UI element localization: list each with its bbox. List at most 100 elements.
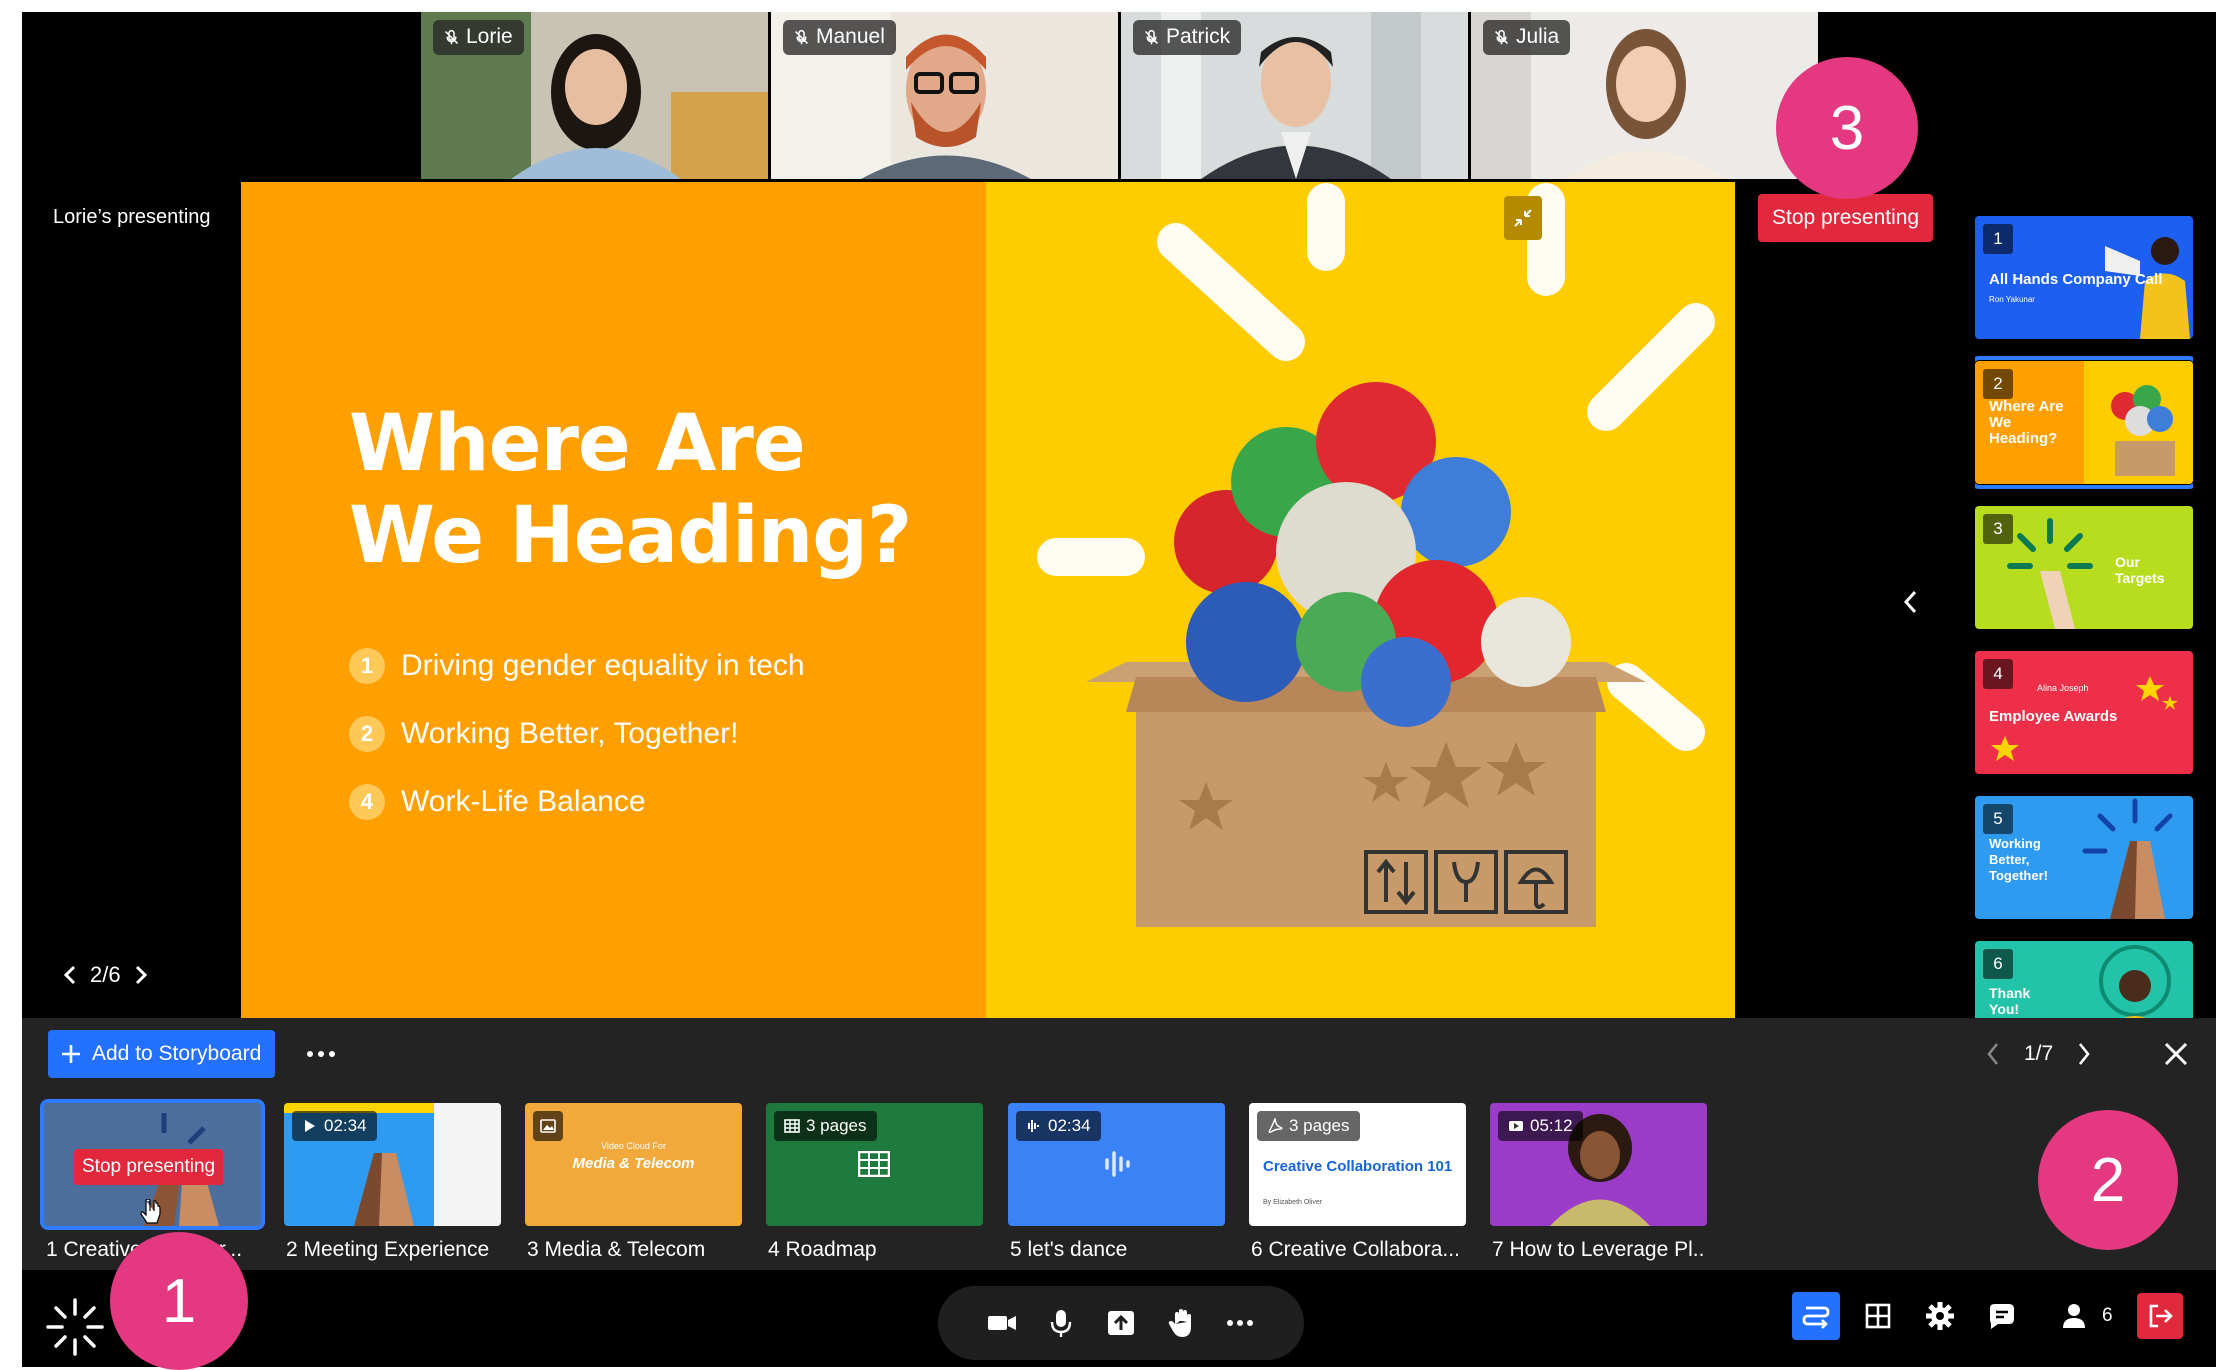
presented-slide: Where Are We Heading? 1 Driving gender eq… — [241, 182, 1735, 1018]
duration-badge: 05:12 — [1498, 1111, 1583, 1141]
storyboard-item-3[interactable]: Video Cloud For Media & Telecom — [525, 1103, 742, 1226]
participants-button[interactable] — [2050, 1292, 2098, 1340]
chevron-right-icon[interactable] — [2075, 1041, 2093, 1067]
slide-thumbnail-rail: 1 All Hands Company Call Ron Yakunar 2 Wh… — [1975, 206, 2193, 1018]
storyboard-item-1[interactable]: Stop presenting — [40, 1099, 265, 1230]
slide-left-panel: Where Are We Heading? 1 Driving gender eq… — [241, 182, 986, 1018]
person-waving-image — [2099, 945, 2171, 1018]
rail-slide-3[interactable]: 3 Our Targets — [1975, 506, 2193, 629]
rail-slide-5[interactable]: 5 Working Better, Together! — [1975, 796, 2193, 919]
chevron-left-icon[interactable] — [1984, 1041, 2002, 1067]
share-screen-icon — [1107, 1311, 1134, 1335]
pages-badge: 3 pages — [1257, 1111, 1360, 1141]
rail-slide-1[interactable]: 1 All Hands Company Call Ron Yakunar — [1975, 216, 2193, 339]
storyboard-item-5[interactable]: 02:34 — [1008, 1103, 1225, 1226]
close-icon[interactable] — [2162, 1040, 2190, 1068]
storyboard-item-6[interactable]: 3 pages Creative Collaboration 101 By El… — [1249, 1103, 1466, 1226]
image-icon — [540, 1119, 556, 1133]
chevron-right-icon[interactable] — [133, 964, 149, 986]
storyboard-item-2[interactable]: 02:34 — [284, 1103, 501, 1226]
storyboard-item-caption: 5 let's dance — [1010, 1238, 1128, 1261]
storyboard-item-7[interactable]: 05:12 — [1490, 1103, 1707, 1226]
collapse-icon — [1514, 209, 1532, 227]
participant-name: Manuel — [816, 25, 885, 48]
image-badge — [533, 1111, 563, 1141]
video-icon — [1509, 1121, 1523, 1131]
participant-tile-lorie[interactable]: Lorie — [421, 12, 768, 179]
chevron-left-icon — [1903, 590, 1917, 614]
participant-name-badge: Patrick — [1133, 20, 1242, 55]
participant-name-badge: Lorie — [433, 20, 524, 55]
duration-badge: 02:34 — [1016, 1111, 1101, 1141]
layout-grid-button[interactable] — [1854, 1292, 1902, 1340]
collapse-rail-button[interactable] — [1896, 582, 1926, 622]
call-controls — [938, 1286, 1304, 1360]
balloons-image — [2111, 385, 2175, 476]
storyboard-pager: 1/7 — [1984, 1030, 2093, 1078]
mic-muted-icon — [1145, 29, 1158, 44]
storyboard-panel: Add to Storyboard 1/7 Stop presenting 1 … — [22, 1018, 2216, 1270]
rail-slide-title: Employee Awards — [1989, 708, 2118, 725]
rail-slide-title: Where Are We Heading? — [1989, 398, 2064, 447]
add-to-storyboard-button[interactable]: Add to Storyboard — [48, 1030, 276, 1078]
stop-presenting-badge[interactable]: Stop presenting — [74, 1149, 224, 1185]
storyboard-item-4[interactable]: 3 pages — [766, 1103, 983, 1226]
chevron-left-icon[interactable] — [62, 964, 78, 986]
slide-bullet: 2 Working Better, Together! — [349, 700, 805, 768]
camera-icon — [987, 1316, 1016, 1330]
participant-name: Lorie — [466, 25, 513, 48]
storyboard-page-indicator: 1/7 — [2024, 1042, 2054, 1065]
rail-slide-title: Our Targets — [2115, 554, 2165, 586]
participant-tile-julia[interactable]: Julia — [1471, 12, 1818, 179]
rail-slide-title: Working Better, Together! — [1989, 836, 2048, 883]
more-options-icon — [1227, 1320, 1254, 1326]
slide-bullet: 1 Driving gender equality in tech — [349, 632, 805, 700]
more-controls-button[interactable] — [1223, 1306, 1257, 1340]
app-logo-icon — [46, 1298, 104, 1356]
right-controls: 6 — [1792, 1292, 2183, 1340]
slide-pager: 2/6 — [62, 962, 149, 988]
participant-tile-manuel[interactable]: Manuel — [771, 12, 1118, 179]
exit-fullscreen-button[interactable] — [1504, 196, 1542, 240]
storyboard-item-caption: 2 Meeting Experience — [286, 1238, 490, 1261]
rail-slide-title: Thank You! — [1989, 985, 2031, 1017]
camera-button[interactable] — [985, 1306, 1019, 1340]
exit-icon — [2149, 1304, 2173, 1328]
callout-marker-3: 3 — [1776, 57, 1918, 199]
meeting-app: Lorie Manuel Patrick Julia Lorie’s prese… — [22, 12, 2216, 1367]
microphone-button[interactable] — [1044, 1306, 1078, 1340]
play-icon — [305, 1120, 315, 1132]
hand-icon — [1168, 1309, 1191, 1337]
leave-meeting-button[interactable] — [2136, 1293, 2183, 1339]
participant-name: Patrick — [1166, 25, 1231, 48]
storyboard-item-caption: 7 How to Leverage Pl.. — [1492, 1238, 1705, 1261]
mic-muted-icon — [445, 29, 458, 44]
storyboard-toggle-button[interactable] — [1792, 1292, 1840, 1340]
rail-slide-4[interactable]: 4 Alina Joseph Employee Awards — [1975, 651, 2193, 774]
duration-badge: 02:34 — [292, 1111, 377, 1141]
microphone-icon — [1051, 1310, 1072, 1337]
slide-page-indicator: 2/6 — [90, 962, 121, 987]
rail-slide-6[interactable]: 6 Thank You! — [1975, 941, 2193, 1018]
gear-icon — [1926, 1302, 1954, 1330]
balloons-box-illustration — [1037, 183, 1715, 927]
more-options-icon[interactable] — [304, 1040, 338, 1068]
spreadsheet-icon — [784, 1119, 800, 1133]
pages-badge: 3 pages — [774, 1111, 877, 1141]
share-screen-button[interactable] — [1104, 1306, 1138, 1340]
stop-presenting-button[interactable]: Stop presenting — [1758, 194, 1934, 242]
storyboard-icon — [1802, 1306, 1830, 1329]
callout-marker-2: 2 — [2038, 1110, 2178, 1250]
settings-button[interactable] — [1916, 1292, 1964, 1340]
slide-image-panel — [986, 182, 1735, 1018]
audio-wave-icon — [1028, 1120, 1039, 1132]
storyboard-item-caption: 4 Roadmap — [768, 1238, 877, 1261]
person-icon — [2063, 1304, 2085, 1328]
raise-hand-button[interactable] — [1164, 1306, 1198, 1340]
rail-slide-2[interactable]: 2 Where Are We Heading? — [1975, 356, 2193, 489]
slide-bullet-list: 1 Driving gender equality in tech 2 Workin… — [349, 632, 805, 836]
participant-count: 6 — [2102, 1305, 2113, 1326]
chat-button[interactable] — [1978, 1292, 2026, 1340]
rail-slide-title: All Hands Company Call Ron Yakunar — [1989, 271, 2163, 305]
participant-tile-patrick[interactable]: Patrick — [1121, 12, 1468, 179]
